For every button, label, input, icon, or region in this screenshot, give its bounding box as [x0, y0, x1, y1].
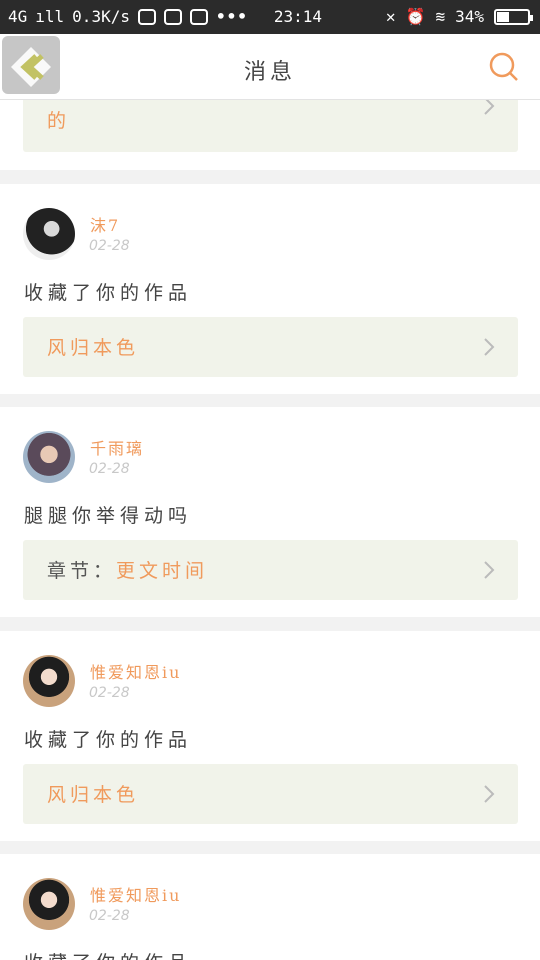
page-title: 消息 — [243, 60, 296, 85]
chevron-right-icon — [484, 561, 495, 579]
work-link[interactable]: 风归本色 — [23, 317, 518, 377]
app-icon — [163, 8, 182, 25]
more-notifications-icon: ••• — [215, 7, 248, 26]
mute-icon: ✕ — [385, 7, 396, 26]
network-indicator: 4G — [8, 7, 28, 26]
avatar[interactable] — [23, 431, 75, 483]
username[interactable]: 沫7 — [90, 212, 120, 236]
signal-icon: ıll — [35, 7, 65, 26]
message-text: 收藏了你的作品 — [24, 282, 193, 304]
username[interactable]: 惟爱知恩iu — [90, 659, 181, 683]
message-card: 千雨璃 02-28 腿腿你举得动吗 章节：更文时间 — [0, 407, 540, 617]
message-date: 02-28 — [89, 908, 130, 924]
message-text: 收藏了你的作品 — [24, 948, 192, 960]
header-bar: 消息 — [0, 34, 540, 100]
message-date: 02-28 — [89, 685, 130, 701]
alarm-icon: ⏰ — [405, 7, 426, 26]
message-card: 惟爱知恩iu 02-28 收藏了你的作品 风归本色 — [0, 631, 540, 841]
work-link[interactable]: 章节：更文时间 — [23, 540, 518, 600]
network-speed: 0.3K/s — [72, 7, 130, 26]
search-icon[interactable] — [488, 51, 520, 83]
work-link[interactable]: 风归本色 — [23, 764, 518, 824]
battery-percent: 34% — [455, 7, 484, 26]
chevron-right-icon — [484, 100, 495, 115]
message-card: 惟爱知恩iu 02-28 收藏了你的作品 — [0, 854, 540, 960]
work-title-continuation: 的 — [47, 110, 71, 132]
message-text: 收藏了你的作品 — [24, 729, 193, 751]
avatar[interactable] — [23, 208, 75, 260]
chat-icon — [189, 8, 208, 25]
username[interactable]: 惟爱知恩iu — [90, 882, 181, 906]
message-list[interactable]: 的 沫7 02-28 收藏了你的作品 风归本色 千雨璃 02-28 腿腿你举得动… — [0, 100, 540, 960]
battery-icon — [494, 8, 533, 25]
username[interactable]: 千雨璃 — [90, 435, 144, 459]
message-card: 的 — [0, 100, 540, 170]
message-card: 沫7 02-28 收藏了你的作品 风归本色 — [0, 184, 540, 394]
chevron-right-icon — [484, 785, 495, 803]
message-text: 腿腿你举得动吗 — [24, 505, 193, 527]
wifi-icon: ≋ — [435, 7, 446, 26]
status-bar: 4G ıll 0.3K/s ••• 23:14 ✕ ⏰ ≋ 34% — [0, 0, 540, 34]
work-title: 章节：更文时间 — [47, 560, 209, 582]
work-link[interactable]: 的 — [23, 100, 518, 152]
work-title: 风归本色 — [47, 337, 140, 359]
avatar[interactable] — [23, 878, 75, 930]
chevron-right-icon — [484, 338, 495, 356]
clock-time: 23:14 — [273, 7, 323, 26]
message-date: 02-28 — [89, 461, 130, 477]
work-title: 风归本色 — [47, 784, 140, 806]
avatar[interactable] — [23, 655, 75, 707]
message-date: 02-28 — [89, 238, 130, 254]
qq-icon — [137, 8, 156, 25]
